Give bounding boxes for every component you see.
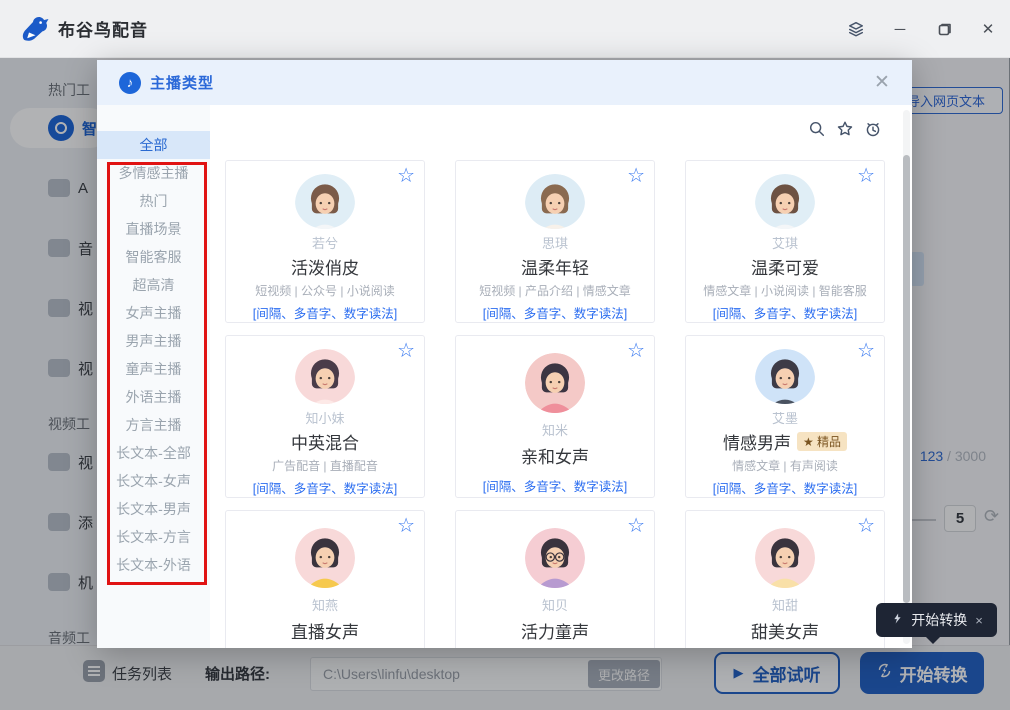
favorite-star-icon[interactable]: ☆: [857, 516, 875, 536]
minimize-button[interactable]: ─: [878, 0, 922, 58]
close-button[interactable]: ✕: [966, 0, 1010, 58]
avatar: [525, 528, 585, 588]
favorite-star-icon[interactable]: ☆: [627, 341, 645, 361]
voice-name: 知小妹: [305, 408, 344, 427]
maximize-button[interactable]: [922, 0, 966, 58]
pronunciation-settings-link[interactable]: [间隔、多音字、数字读法]: [483, 303, 627, 322]
pronunciation-settings-link[interactable]: [间隔、多音字、数字读法]: [253, 478, 397, 497]
modal-header: ♪ 主播类型 ✕: [97, 60, 912, 105]
search-icon[interactable]: [808, 120, 826, 143]
favorite-star-icon[interactable]: ☆: [857, 341, 875, 361]
voice-scene-tags: 情感文章 | 小说阅读 | 智能客服: [703, 282, 867, 299]
premium-badge: ★ 精品: [797, 432, 847, 451]
app-window: 热门工 智 A 音 视 视 视频工 视 添 机 音频工 导入网页文本 123 /…: [0, 0, 1010, 710]
tooltip-arrow: [926, 637, 940, 644]
favorite-star-icon[interactable]: ☆: [397, 516, 415, 536]
favorite-star-icon[interactable]: ☆: [397, 166, 415, 186]
voice-card-grid: ☆ 若兮 活泼俏皮 短视频 | 公众号 |: [225, 160, 885, 648]
start-convert-tooltip: 开始转换 ×: [876, 603, 997, 637]
app-logo-icon: [18, 13, 50, 45]
voice-style-title: 温柔可爱: [751, 254, 819, 279]
avatar: [295, 349, 355, 404]
voice-name: 知燕: [312, 595, 338, 614]
voice-style-title: 温柔年轻: [521, 254, 589, 279]
avatar: [755, 174, 815, 229]
music-note-icon: ♪: [119, 72, 141, 94]
layers-icon[interactable]: [834, 0, 878, 58]
voice-name: 知甜: [772, 595, 798, 614]
avatar: [525, 174, 585, 229]
voice-style-title: 直播女声: [291, 618, 359, 643]
avatar: [295, 528, 355, 588]
voice-name: 艾墨: [772, 408, 798, 427]
voice-style-title: 情感男声: [723, 429, 791, 454]
title-bar: 布谷鸟配音 ─ ✕: [0, 0, 1010, 58]
annotation-red-box: [107, 162, 207, 585]
pronunciation-settings-link[interactable]: [间隔、多音字、数字读法]: [713, 303, 857, 322]
voice-name: 若兮: [312, 233, 338, 252]
modal-toolbar: [808, 120, 882, 143]
avatar: [295, 174, 355, 229]
pronunciation-settings-link[interactable]: [间隔、多音字、数字读法]: [713, 478, 857, 497]
scrollbar-track[interactable]: [903, 110, 910, 644]
voice-style-title: 亲和女声: [521, 443, 589, 468]
voice-scene-tags: 广告配音 | 直播配音: [272, 457, 378, 474]
voice-name: 思琪: [542, 233, 568, 252]
voice-card[interactable]: ☆ 知贝 活力童声 [间隔、多音字: [455, 510, 655, 648]
voice-style-title: 中英混合: [291, 429, 359, 454]
favorite-icon[interactable]: [836, 120, 854, 143]
voice-scene-tags: 情感文章 | 有声阅读: [732, 457, 838, 474]
voice-scene-tags: 短视频 | 产品介绍 | 情感文章: [479, 282, 631, 299]
modal-title: 主播类型: [150, 72, 214, 93]
modal-body: 全部多情感主播热门直播场景智能客服超高清女声主播男声主播童声主播外语主播方言主播…: [97, 105, 912, 648]
voice-card[interactable]: ☆ 知甜 甜美女声 [间隔、多音字: [685, 510, 885, 648]
voice-type-modal: ♪ 主播类型 ✕ 全部多情感主播热门直播场景智能客服超高清女声主播男声主播童声主…: [97, 60, 912, 648]
tooltip-bolt-icon: [890, 611, 905, 629]
modal-close-icon[interactable]: ✕: [870, 71, 894, 94]
pronunciation-settings-link[interactable]: [间隔、多音字、数字读法]: [483, 476, 627, 495]
history-icon[interactable]: [864, 120, 882, 143]
voice-card[interactable]: ☆ 思琪 温柔年轻 短视频 | 产品介绍 |: [455, 160, 655, 323]
favorite-star-icon[interactable]: ☆: [627, 516, 645, 536]
scrollbar-thumb[interactable]: [903, 155, 910, 603]
avatar: [525, 353, 585, 413]
voice-card[interactable]: ☆ 艾琪 温柔可爱 情感文章 | 小说阅读: [685, 160, 885, 323]
voice-name: 知米: [542, 420, 568, 439]
voice-card[interactable]: ☆ 艾墨 情感男声 ★ 精品 情感文章 | 有: [685, 335, 885, 498]
voice-style-title: 甜美女声: [751, 618, 819, 643]
voice-card[interactable]: ☆ 知米 亲和女声 [间隔、多音字: [455, 335, 655, 498]
avatar: [755, 528, 815, 588]
voice-scene-tags: 短视频 | 公众号 | 小说阅读: [255, 282, 395, 299]
voice-card[interactable]: ☆ 若兮 活泼俏皮 短视频 | 公众号 |: [225, 160, 425, 323]
voice-style-title: 活泼俏皮: [291, 254, 359, 279]
favorite-star-icon[interactable]: ☆: [397, 341, 415, 361]
tooltip-text: 开始转换: [911, 610, 967, 630]
voice-name: 知贝: [542, 595, 568, 614]
favorite-star-icon[interactable]: ☆: [627, 166, 645, 186]
app-name: 布谷鸟配音: [58, 16, 148, 41]
voice-style-title: 活力童声: [521, 618, 589, 643]
pronunciation-settings-link[interactable]: [间隔、多音字、数字读法]: [253, 303, 397, 322]
tooltip-close-icon[interactable]: ×: [975, 613, 983, 628]
voice-name: 艾琪: [772, 233, 798, 252]
category-item[interactable]: 全部: [97, 131, 210, 159]
voice-card[interactable]: ☆ 知燕 直播女声 [间隔、多音字: [225, 510, 425, 648]
voice-card[interactable]: ☆ 知小妹 中英混合 广告配音 | 直播配音: [225, 335, 425, 498]
avatar: [755, 349, 815, 404]
favorite-star-icon[interactable]: ☆: [857, 166, 875, 186]
